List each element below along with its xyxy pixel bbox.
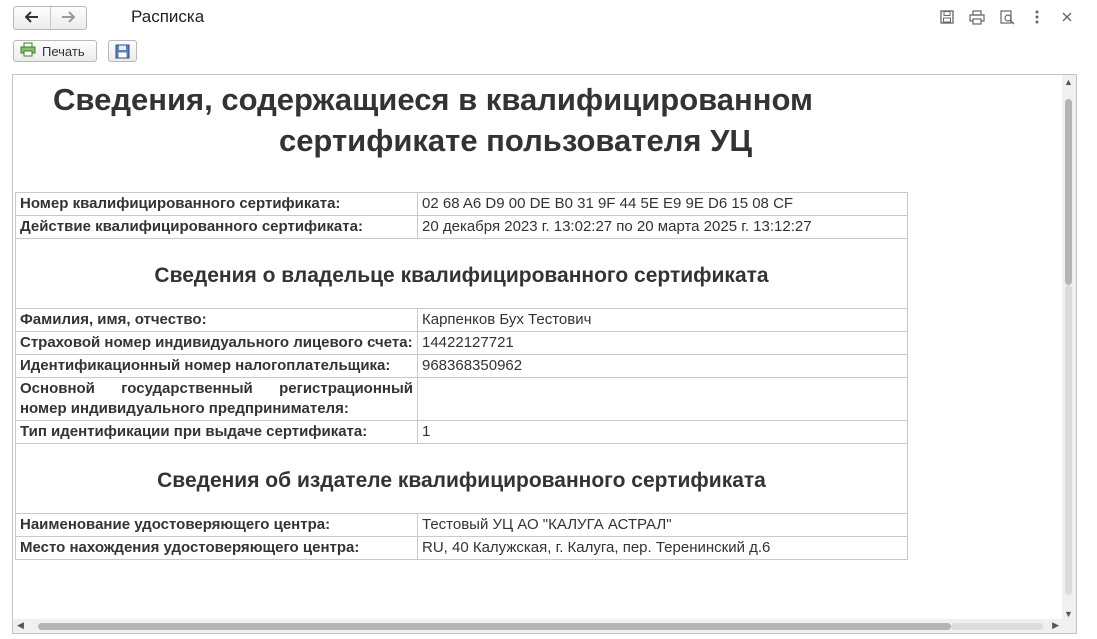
table-row: Основной государственный регистрационный… bbox=[15, 377, 908, 421]
owner-section-heading: Сведения о владельце квалифицированного … bbox=[15, 238, 908, 309]
vertical-scroll-track[interactable] bbox=[1065, 285, 1072, 595]
save-window-button[interactable] bbox=[937, 8, 957, 26]
owner-snils-label: Страховой номер индивидуального лицевого… bbox=[15, 331, 418, 355]
scrollbar-corner bbox=[1062, 619, 1076, 633]
owner-fio-value: Карпенков Бух Тестович bbox=[417, 308, 908, 332]
scroll-down-icon[interactable]: ▼ bbox=[1064, 609, 1073, 619]
owner-id-type-value: 1 bbox=[417, 420, 908, 444]
floppy-disk-icon bbox=[940, 10, 954, 24]
owner-inn-label: Идентификационный номер налогоплательщик… bbox=[15, 354, 418, 378]
table-row: Номер квалифицированного сертификата: 02… bbox=[15, 192, 908, 216]
scroll-left-icon[interactable]: ◀ bbox=[17, 620, 24, 631]
validity-value: 20 декабря 2023 г. 13:02:27 по 20 марта … bbox=[417, 215, 908, 239]
cert-number-label: Номер квалифицированного сертификата: bbox=[15, 192, 418, 216]
table-row: Наименование удостоверяющего центра: Тес… bbox=[15, 513, 908, 537]
table-row: Идентификационный номер налогоплательщик… bbox=[15, 354, 908, 378]
horizontal-scroll-track[interactable] bbox=[951, 623, 1043, 630]
document-viewer[interactable]: Сведения, содержащиеся в квалифицированн… bbox=[12, 74, 1077, 634]
scroll-right-icon[interactable]: ▶ bbox=[1052, 620, 1059, 631]
forward-button[interactable] bbox=[49, 7, 87, 29]
table-row: Место нахождения удостоверяющего центра:… bbox=[15, 536, 908, 560]
horizontal-scrollbar[interactable]: ◀ ▶ bbox=[13, 619, 1063, 633]
owner-snils-value: 14422127721 bbox=[417, 331, 908, 355]
close-icon bbox=[1062, 12, 1072, 22]
print-button[interactable]: Печать bbox=[13, 40, 97, 62]
arrow-left-icon bbox=[24, 10, 39, 27]
scroll-up-icon[interactable]: ▲ bbox=[1064, 77, 1073, 87]
owner-fio-label: Фамилия, имя, отчество: bbox=[15, 308, 418, 332]
document-title: Сведения, содержащиеся в квалифицированн… bbox=[13, 79, 1063, 161]
table-row: Страховой номер индивидуального лицевого… bbox=[15, 331, 908, 355]
window-actions bbox=[937, 8, 1077, 26]
more-menu-button[interactable] bbox=[1027, 8, 1047, 26]
issuer-name-value: Тестовый УЦ АО "КАЛУГА АСТРАЛ" bbox=[417, 513, 908, 537]
floppy-disk-icon bbox=[115, 44, 130, 58]
owner-inn-value: 968368350962 bbox=[417, 354, 908, 378]
print-button-label: Печать bbox=[42, 43, 85, 59]
vertical-scrollbar[interactable]: ▲ ▼ bbox=[1062, 75, 1076, 621]
printer-icon bbox=[20, 42, 36, 60]
issuer-section-heading: Сведения об издателе квалифицированного … bbox=[15, 443, 908, 514]
section-row: Сведения об издателе квалифицированного … bbox=[15, 443, 908, 514]
preview-window-button[interactable] bbox=[997, 8, 1017, 26]
more-vertical-icon bbox=[1035, 10, 1039, 24]
owner-id-type-label: Тип идентификации при выдаче сертификата… bbox=[15, 420, 418, 444]
print-preview-icon bbox=[999, 9, 1014, 24]
issuer-location-value: RU, 40 Калужская, г. Калуга, пер. Терени… bbox=[417, 536, 908, 560]
navigation-buttons bbox=[13, 6, 87, 30]
document-title-line2: сертификате пользователя УЦ bbox=[278, 123, 753, 158]
back-button[interactable] bbox=[14, 7, 50, 29]
owner-ogrnip-value bbox=[417, 377, 908, 421]
horizontal-scroll-thumb[interactable] bbox=[38, 623, 951, 630]
issuer-name-label: Наименование удостоверяющего центра: bbox=[15, 513, 418, 537]
print-window-button[interactable] bbox=[967, 8, 987, 26]
printer-icon bbox=[969, 9, 985, 25]
save-button[interactable] bbox=[108, 40, 137, 62]
table-row: Действие квалифицированного сертификата:… bbox=[15, 215, 908, 239]
owner-ogrnip-label: Основной государственный регистрационный… bbox=[15, 377, 418, 421]
vertical-scroll-thumb[interactable] bbox=[1065, 99, 1072, 285]
window-title: Расписка bbox=[131, 7, 205, 26]
issuer-location-label: Место нахождения удостоверяющего центра: bbox=[15, 536, 418, 560]
section-row: Сведения о владельце квалифицированного … bbox=[15, 238, 908, 309]
cert-number-value: 02 68 A6 D9 00 DE B0 31 9F 44 5E E9 9E D… bbox=[417, 192, 908, 216]
document-content: Сведения, содержащиеся в квалифицированн… bbox=[13, 75, 1063, 621]
table-row: Фамилия, имя, отчество: Карпенков Бух Те… bbox=[15, 308, 908, 332]
validity-label: Действие квалифицированного сертификата: bbox=[15, 215, 418, 239]
certificate-table: Номер квалифицированного сертификата: 02… bbox=[15, 192, 908, 560]
table-row: Тип идентификации при выдаче сертификата… bbox=[15, 420, 908, 444]
document-title-line1: Сведения, содержащиеся в квалифицированн… bbox=[53, 82, 813, 117]
close-button[interactable] bbox=[1057, 8, 1077, 26]
arrow-right-icon bbox=[61, 10, 76, 27]
